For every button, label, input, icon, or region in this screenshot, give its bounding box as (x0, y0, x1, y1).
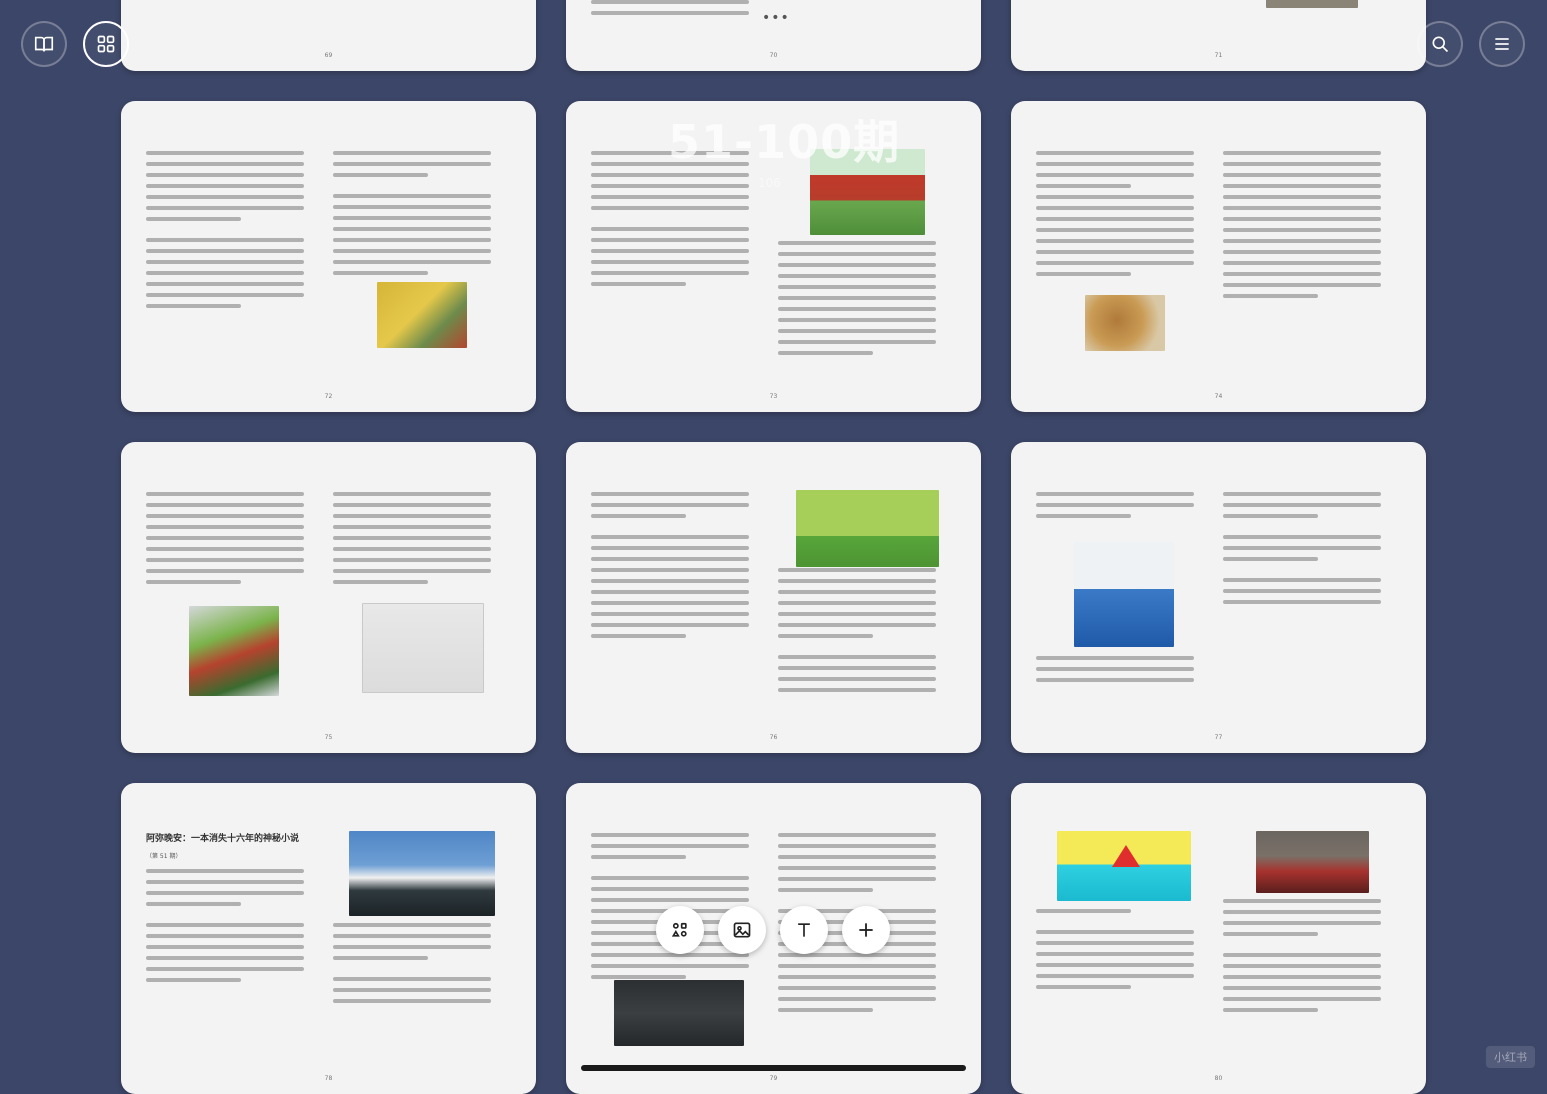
page-thumbnail-69[interactable]: 69 (121, 0, 536, 71)
page-thumbnail-75[interactable]: 75 (121, 442, 536, 753)
page-number: 75 (324, 734, 333, 741)
book-icon (34, 36, 54, 52)
page-thumbnail-78[interactable]: 阿弥晚安：一本消失十六年的神秘小说 （第 51 期） 78 (121, 783, 536, 1094)
page-number: 72 (324, 393, 333, 400)
search-button[interactable] (1417, 21, 1463, 67)
page-number: 71 (1214, 52, 1223, 59)
page-thumbnail-71[interactable]: 71 (1011, 0, 1426, 71)
menu-button[interactable] (1479, 21, 1525, 67)
page-number: 70 (769, 52, 778, 59)
home-indicator[interactable] (581, 1065, 966, 1071)
page-thumbnail-79[interactable]: 79 (566, 783, 981, 1094)
sketch-boats (362, 603, 484, 693)
page-number: 77 (1214, 734, 1223, 741)
more-dots[interactable]: ••• (762, 10, 790, 26)
insert-image-button[interactable] (718, 906, 766, 954)
photo-yellow-vehicle (377, 282, 467, 348)
page-number: 80 (1214, 1075, 1223, 1082)
page-number: 78 (324, 1075, 333, 1082)
grid-view-button[interactable] (83, 21, 129, 67)
watermark-logo: 小红书 (1486, 1046, 1535, 1068)
shapes-button[interactable] (656, 906, 704, 954)
add-button[interactable] (842, 906, 890, 954)
chapter-title: 阿弥晚安：一本消失十六年的神秘小说 (146, 834, 300, 844)
library-button[interactable] (21, 21, 67, 67)
page-number: 69 (324, 52, 333, 59)
page-thumbnail-74[interactable]: 74 (1011, 101, 1426, 412)
illustration-green-tram (189, 606, 279, 696)
photo-dark-branches (614, 980, 744, 1046)
page-number: 79 (769, 1075, 778, 1082)
page-number: 76 (769, 734, 778, 741)
illustration-bear-and-goose (796, 490, 939, 567)
shapes-icon (671, 922, 687, 937)
photo-sky-building (349, 831, 495, 916)
search-icon (1432, 36, 1449, 53)
grid-icon (97, 35, 115, 53)
illustration-red-sailboat (1057, 831, 1191, 901)
page-thumbnail-76[interactable]: 76 (566, 442, 981, 753)
page-thumbnail-72[interactable]: 72 (121, 101, 536, 412)
collection-subtitle: 106 (758, 176, 781, 190)
illustration-surfer (1074, 542, 1174, 647)
text-icon (798, 923, 810, 937)
image-icon (733, 922, 751, 938)
insert-text-button[interactable] (780, 906, 828, 954)
photo-lion-toy (1085, 295, 1165, 351)
page-thumbnail-77[interactable]: 77 (1011, 442, 1426, 753)
chapter-issue: （第 51 期） (146, 853, 182, 860)
plus-icon (859, 923, 873, 937)
page-thumbnail-80[interactable]: 80 (1011, 783, 1426, 1094)
page-number: 74 (1214, 393, 1223, 400)
photo-costume-figure (1256, 831, 1369, 893)
menu-icon (1495, 38, 1509, 50)
page-number: 73 (769, 393, 778, 400)
collection-title: 51-100期 (668, 115, 901, 169)
